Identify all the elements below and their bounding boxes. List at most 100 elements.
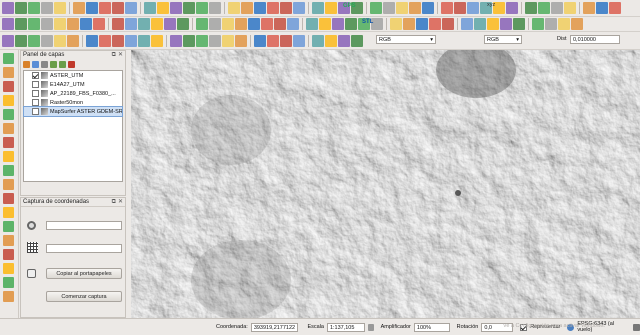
toolbar-tool-icon[interactable] bbox=[235, 18, 247, 30]
toolbar-tool-icon[interactable] bbox=[312, 34, 324, 47]
toolbar-tool-icon[interactable] bbox=[15, 18, 27, 30]
toolbar-tool-icon[interactable] bbox=[442, 18, 454, 30]
add-layer-icon[interactable] bbox=[3, 235, 14, 246]
magnifier-field[interactable]: 100% bbox=[413, 322, 450, 332]
toolbar-tool-icon[interactable] bbox=[93, 18, 105, 30]
layer-row[interactable]: ASTER_UTM bbox=[24, 71, 122, 80]
toolbar-tool-icon[interactable] bbox=[325, 2, 337, 14]
toolbar-tool-icon[interactable] bbox=[125, 18, 137, 30]
toolbar-tool-icon[interactable] bbox=[248, 18, 260, 30]
toolbar-tool-icon[interactable] bbox=[157, 2, 169, 14]
toolbar-tool-icon[interactable] bbox=[241, 2, 253, 14]
remove-layer-icon[interactable] bbox=[68, 61, 75, 68]
toolbar-tool-icon[interactable] bbox=[351, 34, 363, 47]
layer-row[interactable]: MapSurfer ASTER GDEM-SR... bbox=[23, 106, 123, 117]
toolbar-tool-icon[interactable] bbox=[41, 2, 53, 14]
crs-icon[interactable] bbox=[27, 221, 36, 230]
crs-coordinate-field[interactable] bbox=[46, 221, 122, 230]
toolbar-tool-icon[interactable] bbox=[571, 18, 583, 30]
add-layer-icon[interactable] bbox=[3, 151, 14, 162]
close-icon[interactable]: ✕ bbox=[118, 198, 123, 207]
add-layer-icon[interactable] bbox=[3, 95, 14, 106]
toolbar-tool-icon[interactable] bbox=[383, 2, 395, 14]
toolbar-tool-icon[interactable] bbox=[409, 2, 421, 14]
layer-visibility-checkbox[interactable] bbox=[32, 108, 39, 115]
toolbar-tool-icon[interactable] bbox=[558, 18, 570, 30]
layer-visibility-checkbox[interactable] bbox=[32, 81, 39, 88]
coordinate-field[interactable]: 393919,2177122 bbox=[250, 322, 299, 332]
toolbar-tool-icon[interactable] bbox=[151, 18, 163, 30]
layer-row[interactable]: E14A27_UTM bbox=[24, 80, 122, 89]
add-layer-icon[interactable] bbox=[3, 179, 14, 190]
xyz-icon[interactable]: xyz bbox=[487, 2, 495, 8]
toolbar-tool-icon[interactable] bbox=[164, 18, 176, 30]
toolbar-tool-icon[interactable] bbox=[209, 2, 221, 14]
toolbar-tool-icon[interactable] bbox=[274, 18, 286, 30]
toolbar-tool-icon[interactable] bbox=[532, 18, 544, 30]
toolbar-tool-icon[interactable] bbox=[196, 2, 208, 14]
toolbar-tool-icon[interactable] bbox=[312, 2, 324, 14]
toolbar-tool-icon[interactable] bbox=[80, 18, 92, 30]
float-icon[interactable]: ⧉ bbox=[112, 198, 116, 207]
toolbar-tool-icon[interactable] bbox=[332, 18, 344, 30]
add-layer-icon[interactable] bbox=[3, 123, 14, 134]
toolbar-tool-icon[interactable] bbox=[151, 34, 163, 47]
toolbar-tool-icon[interactable] bbox=[280, 34, 292, 47]
toolbar-tool-icon[interactable] bbox=[28, 2, 40, 14]
toolbar-tool-icon[interactable] bbox=[2, 18, 14, 30]
filter-icon[interactable] bbox=[41, 61, 48, 68]
toolbar-tool-icon[interactable] bbox=[538, 2, 550, 14]
toolbar-tool-icon[interactable] bbox=[235, 34, 247, 47]
toolbar-tool-icon[interactable] bbox=[487, 18, 499, 30]
layer-row[interactable]: AP_22189_FBS_F0380_... bbox=[24, 89, 122, 98]
toolbar-tool-icon[interactable] bbox=[474, 18, 486, 30]
close-icon[interactable]: ✕ bbox=[118, 51, 123, 60]
toolbar-tool-icon[interactable] bbox=[390, 18, 402, 30]
toolbar-tool-icon[interactable] bbox=[403, 18, 415, 30]
toolbar-tool-icon[interactable] bbox=[293, 34, 305, 47]
expand-icon[interactable] bbox=[50, 61, 57, 68]
toolbar-tool-icon[interactable] bbox=[267, 34, 279, 47]
rgb-select-2[interactable]: RGB ▾ bbox=[484, 35, 522, 44]
scale-field[interactable]: 1:137,105 bbox=[326, 322, 365, 332]
add-layer-icon[interactable] bbox=[3, 221, 14, 232]
layer-visibility-checkbox[interactable] bbox=[32, 99, 39, 106]
add-layer-icon[interactable] bbox=[3, 109, 14, 120]
map-coordinate-field[interactable] bbox=[46, 244, 122, 253]
toolbar-tool-icon[interactable] bbox=[564, 2, 576, 14]
toolbar-tool-icon[interactable] bbox=[583, 2, 595, 14]
toolbar-tool-icon[interactable] bbox=[209, 18, 221, 30]
toolbar-tool-icon[interactable] bbox=[441, 2, 453, 14]
toolbar-tool-icon[interactable] bbox=[254, 34, 266, 47]
rgb-select[interactable]: RGB ▾ bbox=[376, 35, 436, 44]
toolbar-tool-icon[interactable] bbox=[500, 18, 512, 30]
layer-visibility-checkbox[interactable] bbox=[32, 90, 39, 97]
add-layer-icon[interactable] bbox=[3, 81, 14, 92]
toolbar-tool-icon[interactable] bbox=[209, 34, 221, 47]
toolbar-tool-icon[interactable] bbox=[467, 2, 479, 14]
add-layer-icon[interactable] bbox=[3, 53, 14, 64]
toolbar-tool-icon[interactable] bbox=[196, 34, 208, 47]
collapse-icon[interactable] bbox=[59, 61, 66, 68]
toolbar-tool-icon[interactable] bbox=[99, 34, 111, 47]
add-layer-icon[interactable] bbox=[3, 165, 14, 176]
toolbar-tool-icon[interactable] bbox=[125, 2, 137, 14]
toolbar-tool-icon[interactable] bbox=[67, 18, 79, 30]
add-layer-icon[interactable] bbox=[3, 263, 14, 274]
toolbar-tool-icon[interactable] bbox=[396, 2, 408, 14]
copy-to-clipboard-button[interactable]: Copiar al portapapeles bbox=[46, 268, 122, 279]
toolbar-tool-icon[interactable] bbox=[454, 2, 466, 14]
toolbar-tool-icon[interactable] bbox=[2, 2, 14, 14]
add-layer-icon[interactable] bbox=[3, 277, 14, 288]
toolbar-tool-icon[interactable] bbox=[596, 2, 608, 14]
toolbar-tool-icon[interactable] bbox=[73, 2, 85, 14]
add-layer-icon[interactable] bbox=[3, 249, 14, 260]
toolbar-tool-icon[interactable] bbox=[144, 2, 156, 14]
toolbar-tool-icon[interactable] bbox=[228, 2, 240, 14]
toolbar-tool-icon[interactable] bbox=[429, 18, 441, 30]
dist-field[interactable]: 0,010000 bbox=[570, 35, 620, 44]
toolbar-tool-icon[interactable] bbox=[293, 2, 305, 14]
eye-icon[interactable] bbox=[32, 61, 39, 68]
toolbar-tool-icon[interactable] bbox=[15, 2, 27, 14]
paintbrush-icon[interactable] bbox=[23, 61, 30, 68]
